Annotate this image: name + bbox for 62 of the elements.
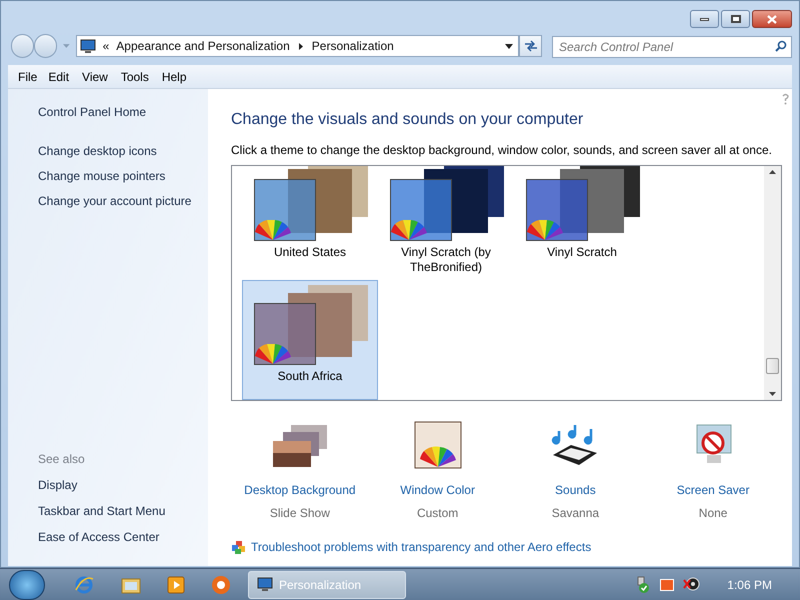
scroll-up-arrow-icon[interactable] <box>769 170 776 174</box>
description-text: Click a theme to change the desktop background, window color, sounds, and screen saver all at once. <box>231 142 772 159</box>
sidebar-link[interactable]: Taskbar and Start Menu <box>38 502 166 520</box>
maximize-button[interactable] <box>721 10 750 28</box>
see-also-heading: See also <box>38 451 85 468</box>
chevron-icon[interactable] <box>298 42 303 50</box>
theme-item[interactable]: United States <box>242 166 378 276</box>
app-icon[interactable] <box>211 574 231 594</box>
monitor-icon <box>257 577 273 592</box>
page-heading: Change the visuals and sounds on your computer <box>231 110 584 130</box>
clock[interactable]: 1:06 PM <box>727 576 772 594</box>
minimize-button[interactable] <box>690 10 719 28</box>
address-bar[interactable]: « Appearance and Personalization Personalization <box>76 35 520 57</box>
theme-name: South Africa <box>276 369 344 384</box>
setting-value: None <box>698 505 728 522</box>
theme-item[interactable]: Vinyl Scratch (by TheBronified) <box>378 166 514 276</box>
theme-name: Vinyl Scratch (by TheBronified) <box>400 245 492 275</box>
close-icon <box>767 14 777 24</box>
scroll-thumb[interactable] <box>766 358 779 374</box>
troubleshoot-link[interactable]: Troubleshoot problems with transparency and other Aero effects <box>251 538 592 556</box>
setting-link[interactable]: Screen Saver <box>676 481 750 499</box>
color-swatch-icon[interactable] <box>414 421 462 469</box>
setting-link[interactable]: Window Color <box>400 481 475 499</box>
start-button[interactable] <box>9 570 45 600</box>
menu-item[interactable]: Help <box>162 68 187 86</box>
setting-value: Savanna <box>552 505 600 522</box>
scroll-down-arrow-icon[interactable] <box>769 392 776 396</box>
search-field[interactable]: Search Control Panel <box>552 36 792 58</box>
refresh-icon <box>524 40 538 52</box>
scrollbar[interactable] <box>764 166 781 400</box>
theme-item[interactable]: Vinyl Scratch <box>514 166 650 276</box>
menu-item[interactable]: Edit <box>48 68 70 86</box>
sidebar-link[interactable]: Change mouse pointers <box>38 167 166 185</box>
breadcrumb-overflow[interactable]: « <box>102 37 110 55</box>
theme-name: Vinyl Scratch <box>546 245 618 260</box>
dropdown-arrow-icon[interactable] <box>505 44 514 48</box>
speaker-muted-icon[interactable] <box>683 576 700 593</box>
colored-squares-icon <box>231 540 246 554</box>
refresh-button[interactable] <box>519 35 542 57</box>
sidebar-link[interactable]: Change your account picture <box>38 192 192 210</box>
search-icon[interactable] <box>774 40 787 52</box>
theme-item[interactable]: South Africa <box>242 280 378 400</box>
tray-square-icon[interactable] <box>660 578 674 590</box>
sidebar-link[interactable]: Display <box>38 476 78 494</box>
menu-item[interactable]: File <box>18 68 38 86</box>
menu-item[interactable]: View <box>82 68 108 86</box>
menu-item[interactable]: Tools <box>120 68 149 86</box>
folder-icon[interactable] <box>121 576 141 594</box>
monitor-icon <box>80 38 96 54</box>
setting-link[interactable]: Desktop Background <box>244 481 356 499</box>
breadcrumb[interactable]: Personalization <box>308 37 397 55</box>
close-button[interactable] <box>752 10 792 28</box>
sidebar-link[interactable]: Control Panel Home <box>38 103 146 121</box>
theme-name: United States <box>272 245 348 260</box>
media-player-icon[interactable] <box>167 576 185 594</box>
sidebar-link[interactable]: Ease of Access Center <box>38 528 160 546</box>
breadcrumb[interactable]: Appearance and Personalization <box>113 37 293 55</box>
stacked-photos-icon[interactable] <box>270 423 329 469</box>
setting-link[interactable]: Sounds <box>555 481 596 499</box>
setting-value: Custom <box>416 505 458 522</box>
sidebar-link[interactable]: Change desktop icons <box>38 142 157 160</box>
setting-value: Slide Show <box>270 505 330 522</box>
